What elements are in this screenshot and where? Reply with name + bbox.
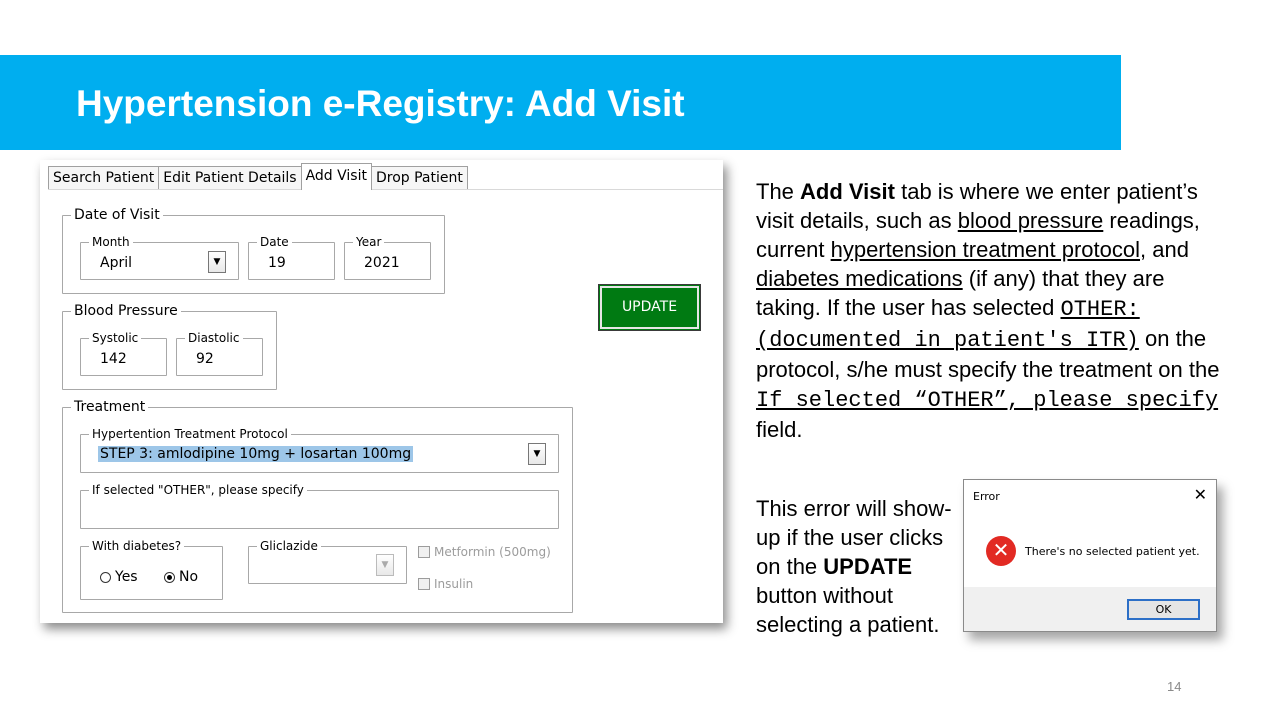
date-of-visit-label: Date of Visit xyxy=(71,207,163,223)
insulin-checkbox[interactable]: Insulin xyxy=(418,577,473,591)
diastolic-label: Diastolic xyxy=(185,330,243,346)
year-value: 2021 xyxy=(364,255,400,271)
error-description: This error will show-up if the user clic… xyxy=(756,494,961,639)
date-label: Date xyxy=(257,234,292,250)
desc-treatment-protocol-link: hypertension treatment protocol xyxy=(830,237,1140,262)
ok-button[interactable]: OK xyxy=(1127,599,1200,620)
dialog-message: There's no selected patient yet. xyxy=(1025,545,1200,558)
title-banner: Hypertension e-Registry: Add Visit xyxy=(0,55,1121,150)
close-icon[interactable]: ✕ xyxy=(1194,485,1207,504)
diabetes-yes-label: Yes xyxy=(115,569,138,585)
protocol-value: STEP 3: amlodipine 10mg + losartan 100mg xyxy=(98,446,414,462)
dialog-title: Error xyxy=(973,490,1000,503)
other-specify-label: If selected "OTHER", please specify xyxy=(89,482,307,498)
desc-add-visit-bold: Add Visit xyxy=(800,179,895,204)
add-visit-description: The Add Visit tab is where we enter pati… xyxy=(756,177,1226,444)
metformin-label: Metformin (500mg) xyxy=(434,545,551,559)
systolic-label: Systolic xyxy=(89,330,142,346)
desc-text-4: , and xyxy=(1140,237,1189,262)
gliclazide-dropdown-arrow-icon[interactable]: ▼ xyxy=(376,554,394,576)
year-label: Year xyxy=(353,234,385,250)
diastolic-field[interactable]: Diastolic xyxy=(176,330,263,376)
diabetes-yes-radio[interactable]: Yes xyxy=(100,569,138,585)
error-desc-text-2: button without selecting a patient. xyxy=(756,583,940,637)
radio-selected-icon xyxy=(164,571,175,583)
update-button[interactable]: UPDATE xyxy=(598,284,701,331)
diabetes-no-label: No xyxy=(179,569,199,585)
error-dialog: Error ✕ ✕ There's no selected patient ye… xyxy=(963,479,1217,632)
gliclazide-label: Gliclazide xyxy=(257,538,321,554)
checkbox-icon xyxy=(418,578,430,590)
month-value: April xyxy=(100,255,132,271)
protocol-selected-text: STEP 3: amlodipine 10mg + losartan 100mg xyxy=(98,446,414,462)
protocol-dropdown-arrow-icon[interactable]: ▼ xyxy=(528,443,546,465)
insulin-label: Insulin xyxy=(434,577,474,591)
page-number: 14 xyxy=(1167,679,1182,694)
tab-add-visit[interactable]: Add Visit xyxy=(300,163,372,190)
blood-pressure-label: Blood Pressure xyxy=(71,303,181,319)
desc-text-7: field. xyxy=(756,417,803,442)
metformin-checkbox[interactable]: Metformin (500mg) xyxy=(418,545,551,559)
with-diabetes-label: With diabetes? xyxy=(89,538,185,554)
diastolic-value: 92 xyxy=(196,351,214,367)
systolic-value: 142 xyxy=(100,351,127,367)
date-field[interactable]: Date xyxy=(248,234,335,280)
error-icon: ✕ xyxy=(986,536,1016,566)
desc-text-1: The xyxy=(756,179,801,204)
tab-search-patient[interactable]: Search Patient xyxy=(48,166,160,190)
protocol-label: Hypertention Treatment Protocol xyxy=(89,426,291,442)
add-visit-form-screenshot: Search Patient Edit Patient Details Add … xyxy=(40,160,723,623)
dialog-footer: OK xyxy=(964,587,1216,631)
tab-edit-patient-details[interactable]: Edit Patient Details xyxy=(158,166,302,190)
checkbox-icon xyxy=(418,546,430,558)
desc-blood-pressure-link: blood pressure xyxy=(957,208,1104,233)
desc-specify-field-code: If selected “OTHER”, please specify xyxy=(756,388,1219,413)
month-dropdown-arrow-icon[interactable]: ▼ xyxy=(208,251,226,273)
radio-unselected-icon xyxy=(100,571,111,583)
tab-bar: Search Patient Edit Patient Details Add … xyxy=(48,163,468,190)
other-specify-field[interactable]: If selected "OTHER", please specify xyxy=(80,482,559,529)
date-value: 19 xyxy=(268,255,286,271)
tab-drop-patient[interactable]: Drop Patient xyxy=(370,166,468,190)
slide-title: Hypertension e-Registry: Add Visit xyxy=(76,83,685,124)
month-label: Month xyxy=(89,234,133,250)
desc-diabetes-medications-link: diabetes medications xyxy=(756,266,963,291)
diabetes-no-radio[interactable]: No xyxy=(164,569,198,585)
tab-panel: Date of Visit Month April ▼ Date 19 Year… xyxy=(48,189,723,623)
treatment-label: Treatment xyxy=(71,399,149,415)
error-desc-update-bold: UPDATE xyxy=(823,554,913,579)
